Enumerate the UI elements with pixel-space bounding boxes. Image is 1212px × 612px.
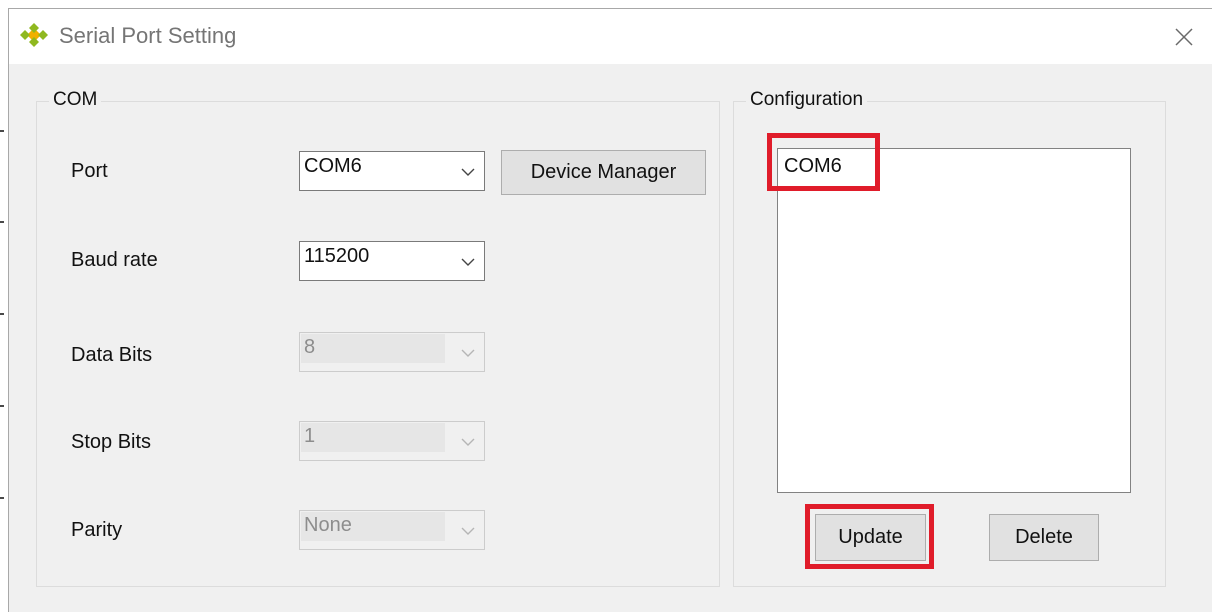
chevron-down-icon xyxy=(461,349,475,357)
background-edge-mark xyxy=(0,130,4,132)
title-bar[interactable]: Serial Port Setting xyxy=(9,9,1212,64)
parity-value: None xyxy=(304,514,352,536)
window-title: Serial Port Setting xyxy=(59,23,237,48)
chevron-down-icon xyxy=(461,168,475,176)
data-bits-label: Data Bits xyxy=(71,344,153,366)
app-logo-icon xyxy=(20,23,48,47)
background-edge-mark xyxy=(0,497,4,499)
baud-rate-value: 115200 xyxy=(304,245,370,267)
update-button[interactable]: Update xyxy=(815,514,926,561)
background-edge-mark xyxy=(0,221,4,223)
port-label: Port xyxy=(71,160,108,182)
port-value: COM6 xyxy=(304,155,362,177)
serial-port-setting-dialog: Serial Port Setting COM Port COM6 Device… xyxy=(8,8,1212,612)
delete-button[interactable]: Delete xyxy=(989,514,1099,561)
baud-rate-label: Baud rate xyxy=(71,249,158,271)
data-bits-value: 8 xyxy=(304,336,316,358)
parity-label: Parity xyxy=(71,519,123,541)
stop-bits-value: 1 xyxy=(304,425,316,447)
background-edge-mark xyxy=(0,313,4,315)
background-edge-mark xyxy=(0,405,4,407)
list-item[interactable]: COM6 xyxy=(784,155,842,178)
data-bits-select[interactable]: 8 xyxy=(299,332,485,372)
chevron-down-icon xyxy=(461,438,475,446)
configuration-listbox[interactable]: COM6 xyxy=(777,148,1131,493)
stop-bits-label: Stop Bits xyxy=(71,431,152,453)
baud-rate-select[interactable]: 115200 xyxy=(299,241,485,281)
parity-select[interactable]: None xyxy=(299,510,485,550)
port-select[interactable]: COM6 xyxy=(299,151,485,191)
com-group-label: COM xyxy=(49,89,102,111)
stop-bits-select[interactable]: 1 xyxy=(299,421,485,461)
close-button[interactable] xyxy=(1156,9,1212,64)
close-icon xyxy=(1175,27,1193,46)
chevron-down-icon xyxy=(461,527,475,535)
chevron-down-icon xyxy=(461,258,475,266)
configuration-group-label: Configuration xyxy=(746,89,868,111)
device-manager-button[interactable]: Device Manager xyxy=(501,150,706,195)
